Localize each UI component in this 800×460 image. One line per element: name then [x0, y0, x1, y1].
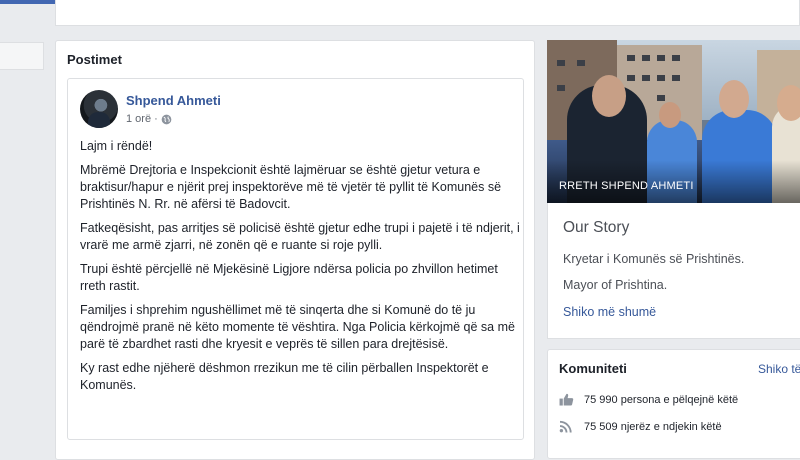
story-line: Mayor of Prishtina.	[563, 278, 668, 292]
rss-follow-icon	[559, 420, 572, 433]
post-author-name[interactable]: Shpend Ahmeti	[126, 93, 221, 108]
community-see-all-link[interactable]: Shiko të	[758, 362, 800, 376]
likes-row: 75 990 persona e pëlqejnë këtë	[559, 393, 738, 406]
posts-section-title: Postimet	[67, 52, 122, 67]
left-column-stub	[0, 42, 44, 70]
post-meta: 1 orë ·	[126, 113, 172, 125]
post-time[interactable]: 1 orë ·	[126, 113, 158, 125]
story-title: Our Story	[563, 219, 630, 236]
our-story-panel: Our Story Kryetar i Komunës së Prishtinë…	[547, 203, 800, 339]
about-cover-photo[interactable]: RRETH SHPEND AHMETI	[547, 40, 800, 203]
cover-caption[interactable]: RRETH SHPEND AHMETI	[559, 180, 694, 192]
globe-icon	[161, 114, 172, 124]
story-line: Kryetar i Komunës së Prishtinës.	[563, 252, 745, 266]
post-paragraph: Familjes i shprehim ngushëllimet më të s…	[80, 303, 515, 351]
post-paragraph: Mbrëmë Drejtoria e Inspekcionit është la…	[80, 163, 502, 211]
post-paragraph: Fatkeqësisht, pas arritjes së policisë ë…	[80, 221, 520, 252]
page-header-strip	[55, 0, 800, 26]
post-card: Shpend Ahmeti 1 orë · Lajm i rëndë! Mbrë…	[67, 78, 524, 440]
likes-count[interactable]: 75 990 persona e pëlqejnë këtë	[584, 394, 738, 406]
post-paragraph: Ky rast edhe njëherë dëshmon rrezikun me…	[80, 361, 489, 392]
follows-count[interactable]: 75 509 njerëz e ndjekin këtë	[584, 421, 722, 433]
community-title: Komuniteti	[559, 361, 627, 376]
see-more-link[interactable]: Shiko më shumë	[563, 305, 656, 319]
post-paragraph: Lajm i rëndë!	[80, 139, 153, 153]
follows-row: 75 509 njerëz e ndjekin këtë	[559, 420, 722, 433]
author-avatar[interactable]	[80, 90, 118, 128]
posts-panel: Postimet Shpend Ahmeti 1 orë · Lajm i rë…	[55, 40, 535, 460]
post-body: Lajm i rëndë! Mbrëmë Drejtoria e Inspekc…	[80, 138, 520, 401]
community-panel: Komuniteti Shiko të 75 990 persona e pël…	[547, 349, 800, 459]
post-paragraph: Trupi është përcjellë në Mjekësinë Ligjo…	[80, 262, 498, 293]
thumbs-up-icon	[559, 393, 574, 406]
